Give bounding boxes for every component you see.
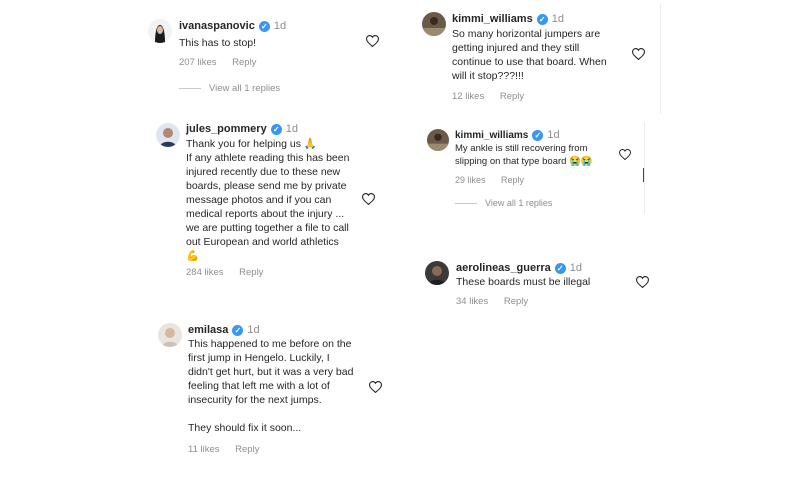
comment-meta: 29 likes Reply — [455, 175, 537, 185]
avatar[interactable] — [427, 129, 449, 151]
timestamp[interactable]: 1d — [286, 123, 298, 135]
username[interactable]: jules_pommery ✓ 1d — [186, 123, 298, 135]
verified-badge-icon: ✓ — [232, 324, 244, 336]
comment-card: jules_pommery ✓ 1d Thank you for helping… — [146, 114, 390, 286]
like-count[interactable]: 284 likes — [186, 267, 224, 278]
verified-badge-icon: ✓ — [532, 129, 544, 141]
username-text[interactable]: kimmi_williams — [452, 13, 533, 25]
like-count[interactable]: 11 likes — [188, 444, 220, 455]
username-text[interactable]: kimmi_williams — [455, 130, 528, 141]
comment-meta: 11 likes Reply — [188, 444, 272, 455]
username[interactable]: aerolineas_guerra ✓ 1d — [456, 262, 582, 274]
avatar[interactable] — [148, 19, 172, 43]
like-count[interactable]: 29 likes — [455, 175, 486, 185]
reply-button[interactable]: Reply — [235, 444, 259, 455]
comment-card: kimmi_williams ✓ 1d So many horizontal j… — [412, 4, 661, 114]
view-replies-button[interactable]: View all 1 replies — [455, 198, 552, 208]
username[interactable]: ivanaspanovic ✓ 1d — [179, 20, 286, 32]
divider — [455, 202, 477, 204]
comment-card: emilasa ✓ 1d This happened to me before … — [148, 314, 398, 464]
heart-outline-icon[interactable] — [366, 35, 379, 47]
comment-text: This has to stop! — [179, 37, 257, 49]
comment-text: Thank you for helping us 🙏 If any athlet… — [186, 138, 350, 262]
comment-card: ivanaspanovic ✓ 1d This has to stop! 207… — [138, 8, 390, 106]
heart-outline-icon[interactable] — [632, 48, 645, 60]
heart-outline-icon[interactable] — [619, 149, 631, 160]
reply-button[interactable]: Reply — [501, 175, 524, 185]
avatar[interactable] — [422, 12, 446, 36]
comment-text: My ankle is still recovering from slippi… — [455, 143, 593, 167]
scrollbar[interactable] — [643, 168, 644, 182]
view-replies-label[interactable]: View all 1 replies — [209, 83, 280, 94]
avatar[interactable] — [425, 261, 449, 285]
username[interactable]: emilasa ✓ 1d — [188, 324, 260, 336]
username-text[interactable]: aerolineas_guerra — [456, 262, 551, 274]
timestamp[interactable]: 1d — [274, 20, 286, 32]
username[interactable]: kimmi_williams ✓ 1d — [455, 129, 560, 141]
timestamp[interactable]: 1d — [247, 324, 259, 336]
reply-button[interactable]: Reply — [239, 267, 263, 278]
comment-text: These boards must be illegal — [456, 276, 591, 288]
timestamp[interactable]: 1d — [547, 129, 559, 141]
view-replies-button[interactable]: View all 1 replies — [179, 83, 280, 94]
like-count[interactable]: 34 likes — [456, 296, 488, 307]
reply-button[interactable]: Reply — [500, 91, 524, 102]
like-count[interactable]: 207 likes — [179, 57, 217, 68]
avatar[interactable] — [156, 123, 180, 147]
like-count[interactable]: 12 likes — [452, 91, 484, 102]
username-text[interactable]: jules_pommery — [186, 123, 267, 135]
comment-card: aerolineas_guerra ✓ 1d These boards must… — [416, 252, 666, 316]
username[interactable]: kimmi_williams ✓ 1d — [452, 13, 564, 25]
username-text[interactable]: ivanaspanovic — [179, 20, 255, 32]
timestamp[interactable]: 1d — [552, 13, 564, 25]
comment-meta: 284 likes Reply — [186, 267, 276, 278]
comment-card: kimmi_williams ✓ 1d My ankle is still re… — [418, 122, 645, 214]
comment-meta: 12 likes Reply — [452, 91, 537, 102]
comment-text: So many horizontal jumpers are getting i… — [452, 28, 607, 82]
verified-badge-icon: ✓ — [270, 123, 282, 135]
verified-badge-icon: ✓ — [536, 13, 548, 25]
verified-badge-icon: ✓ — [258, 20, 270, 32]
avatar[interactable] — [158, 323, 182, 347]
comment-text: This happened to me before on the first … — [188, 338, 354, 434]
comment-meta: 34 likes Reply — [456, 296, 541, 307]
username-text[interactable]: emilasa — [188, 324, 228, 336]
divider — [179, 88, 201, 89]
heart-outline-icon[interactable] — [369, 381, 382, 393]
comment-meta: 207 likes Reply — [179, 57, 269, 68]
heart-outline-icon[interactable] — [362, 193, 375, 205]
timestamp[interactable]: 1d — [570, 262, 582, 274]
reply-button[interactable]: Reply — [232, 57, 256, 68]
reply-button[interactable]: Reply — [504, 296, 528, 307]
view-replies-label[interactable]: View all 1 replies — [485, 198, 552, 208]
heart-outline-icon[interactable] — [636, 276, 649, 288]
verified-badge-icon: ✓ — [554, 262, 566, 274]
